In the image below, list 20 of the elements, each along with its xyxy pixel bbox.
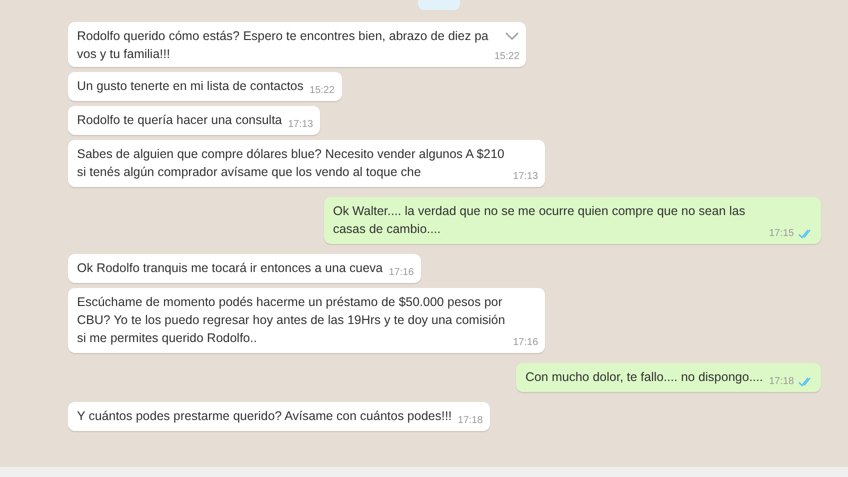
message-text: Un gusto tenerte en mi lista de contactos bbox=[77, 78, 304, 95]
message-text: Ok Walter.... la verdad que no se me ocurre quien compre que no sean las casas de cambio.... bbox=[332, 203, 746, 238]
message-time: 15:22 bbox=[494, 51, 520, 63]
message-text: vos y tu familia!!! bbox=[77, 46, 172, 63]
message-text: Y cuántos podes prestarme querido? Avísame con cuántos podes!!! bbox=[77, 408, 452, 425]
chevron-down-icon[interactable] bbox=[505, 31, 520, 41]
message-time: 17:18 bbox=[458, 415, 483, 427]
message-time: 15:22 bbox=[310, 85, 335, 97]
message-text: Sabes de alguien que compre dólares blue? Necesito vender algunos A $210 si tenés algún comprador avísame que los vendo al toque che bbox=[77, 146, 506, 181]
message-time: 17:16 bbox=[513, 337, 538, 349]
message-text: Escúchame de momento podés hacerme un préstamo de $50.000 pesos por CBU? Yo te los puedo regresar hoy antes de las 19Hrs y te doy una comisión si me permites querido Rodolfo.. bbox=[77, 294, 506, 347]
message-time: 17:18 bbox=[768, 376, 794, 388]
message-time: 17:15 bbox=[768, 228, 794, 240]
message-time: 17:16 bbox=[388, 267, 414, 279]
message-text: Con mucho dolor, te fallo.... no dispongo.... bbox=[525, 369, 763, 386]
message-time: 17:13 bbox=[513, 171, 538, 183]
message-text: Ok Rodolfo tranquis me tocará ir entonces a una cueva bbox=[77, 260, 383, 277]
message-text: Rodolfo te quería hacer una consulta bbox=[77, 112, 282, 129]
message-time: 17:13 bbox=[288, 119, 314, 131]
message-text: Rodolfo querido cómo estás? Espero te encontres bien, abrazo de diez pa bbox=[77, 28, 488, 45]
